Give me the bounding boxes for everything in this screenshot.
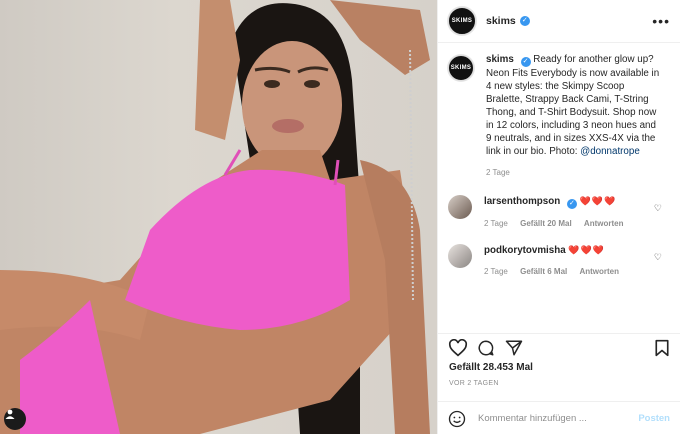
- comment-username[interactable]: podkorytovmisha: [484, 245, 566, 256]
- comment-item: podkorytovmisha ❤️❤️❤️ 2 Tage Gefällt 6 …: [438, 244, 680, 278]
- caption-text: Ready for another glow up? Neon Fits Eve…: [486, 54, 660, 157]
- account-avatar[interactable]: SKIMS: [448, 7, 476, 35]
- comment-likes[interactable]: Gefällt 20 Mal: [520, 219, 572, 228]
- reply-button[interactable]: Antworten: [584, 219, 624, 228]
- action-bar: [438, 333, 680, 362]
- photo-illustration: [0, 0, 430, 434]
- post-photo[interactable]: [0, 0, 437, 434]
- emoji-smiley-icon[interactable]: [448, 410, 466, 428]
- like-heart-icon[interactable]: [448, 339, 468, 357]
- avatar-text: SKIMS: [451, 18, 473, 24]
- post-timestamp[interactable]: VOR 2 TAGEN: [449, 380, 499, 387]
- caption-time[interactable]: 2 Tage: [486, 168, 510, 177]
- commenter-avatar[interactable]: [448, 195, 472, 219]
- user-icon: [5, 409, 15, 419]
- comment-text: ❤️❤️❤️: [579, 196, 617, 206]
- bookmark-icon[interactable]: [654, 339, 670, 357]
- post-comment-button[interactable]: Posten: [638, 413, 670, 424]
- post-header: SKIMS skims ✓ •••: [438, 0, 680, 43]
- caption-username[interactable]: skims: [486, 54, 514, 65]
- verified-icon: ✓: [566, 199, 577, 209]
- comment-like-heart-icon[interactable]: ♡: [654, 252, 662, 263]
- add-comment-bar: Posten: [438, 401, 680, 435]
- comments-scroll[interactable]: SKIMS skims ✓ Ready for another glow up?…: [438, 53, 680, 327]
- photo-credit-label: Photo:: [549, 146, 578, 157]
- reply-button[interactable]: Antworten: [579, 267, 619, 276]
- comment-time[interactable]: 2 Tage: [484, 219, 508, 228]
- share-icon[interactable]: [504, 339, 524, 357]
- verified-icon: ✓: [520, 57, 531, 67]
- account-username[interactable]: skims: [486, 15, 516, 27]
- verified-icon: ✓: [519, 16, 530, 26]
- commenter-avatar[interactable]: [448, 244, 472, 268]
- avatar-text: SKIMS: [450, 65, 472, 71]
- caption: SKIMS skims ✓ Ready for another glow up?…: [438, 53, 680, 179]
- more-options-icon[interactable]: •••: [652, 13, 670, 29]
- comment-like-heart-icon[interactable]: ♡: [654, 203, 662, 214]
- comment-item: larsenthompson ✓ ❤️❤️❤️ 2 Tage Gefällt 2…: [438, 195, 680, 230]
- comment-text: ❤️❤️❤️: [568, 245, 606, 255]
- comment-icon[interactable]: [476, 339, 496, 357]
- comment-time[interactable]: 2 Tage: [484, 267, 508, 276]
- comment-input[interactable]: [476, 412, 630, 425]
- likes-count[interactable]: Gefällt 28.453 Mal: [449, 362, 533, 373]
- post-side-panel: SKIMS skims ✓ ••• SKIMS skims ✓ Ready fo…: [437, 0, 680, 434]
- tagged-users-button[interactable]: [4, 408, 26, 430]
- photo-credit-link[interactable]: @donnatrope: [580, 146, 640, 157]
- comment-likes[interactable]: Gefällt 6 Mal: [520, 267, 567, 276]
- caption-avatar[interactable]: SKIMS: [448, 55, 474, 81]
- comment-username[interactable]: larsenthompson: [484, 196, 560, 207]
